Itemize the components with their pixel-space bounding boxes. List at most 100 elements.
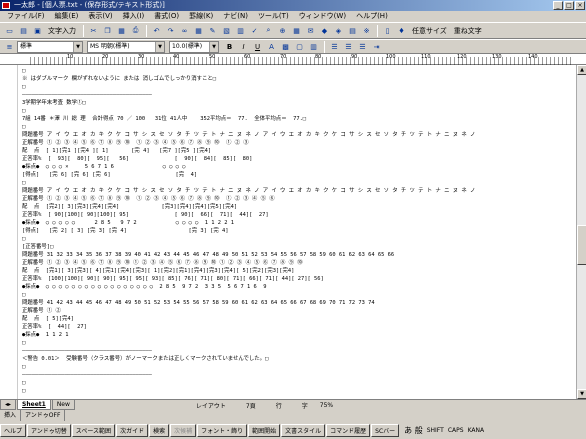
- menu-bar: ファイル(F) 編集(E) 表示(V) 挿入(I) 書式(O) 罫線(K) ナビ…: [0, 11, 586, 22]
- copy-icon[interactable]: ❐: [101, 24, 114, 37]
- text-input-button[interactable]: 文字入力: [45, 24, 79, 37]
- print-icon[interactable]: ⎙: [129, 24, 142, 37]
- document-line: ――――――――――――――――――――――――――――――――――――――――: [22, 372, 152, 378]
- layout-icon[interactable]: ▤: [346, 24, 359, 37]
- document-area[interactable]: □ ※ はダブルマーク 欄がずれないように または 消しゴムでしっかり消すこと□ □…: [0, 65, 576, 399]
- find-icon[interactable]: ⌕: [262, 24, 275, 37]
- status-insert-mode[interactable]: 挿入: [0, 410, 22, 421]
- caps-indicator: CAPS: [447, 427, 464, 434]
- tab-new[interactable]: New: [51, 400, 75, 410]
- toolbar-separator: [324, 40, 325, 53]
- ruler-mark: 20: [102, 54, 109, 60]
- note-icon[interactable]: ✉: [304, 24, 317, 37]
- save-icon[interactable]: ▣: [31, 24, 44, 37]
- menu-navi[interactable]: ナビ(N): [218, 11, 253, 22]
- minimize-button[interactable]: _: [553, 1, 563, 10]
- status-layout: レイアウト: [195, 402, 226, 410]
- overlay-text-button[interactable]: 重ね文字: [451, 24, 485, 37]
- arbitrary-size-button[interactable]: 任意サイズ: [409, 24, 450, 37]
- grid-icon[interactable]: ▦: [290, 24, 303, 37]
- document-line: □: [22, 108, 26, 114]
- ruler-mark: 140: [528, 54, 538, 60]
- document-line: 7組 14番 ＊澤 川 総 理 合計得点 70 ／ 100 31位 41人中 3…: [22, 116, 307, 122]
- fn-search[interactable]: 検索: [149, 424, 170, 437]
- document-line: 配 点 [完1][ 3][完3][ 4][完1][完4][完3][ 1][完2]…: [22, 268, 295, 274]
- fn-document-style[interactable]: 文書スタイル: [281, 424, 326, 437]
- link-icon[interactable]: ∞: [178, 24, 191, 37]
- fn-range-start[interactable]: 範囲開始: [248, 424, 281, 437]
- underline-icon[interactable]: U: [251, 40, 264, 53]
- document-line: 正答率% [ 44][ 27]: [22, 324, 87, 330]
- document-line: 配 点 [ 5][完4]: [22, 316, 74, 322]
- status-zoom[interactable]: 75%: [320, 402, 333, 409]
- italic-icon[interactable]: I: [237, 40, 250, 53]
- shape-icon[interactable]: ◆: [318, 24, 331, 37]
- scroll-up-icon[interactable]: ▲: [577, 65, 586, 75]
- ime-mode-indicator[interactable]: あ 般: [400, 424, 423, 439]
- align-right-icon[interactable]: ☰: [356, 40, 369, 53]
- stamp-icon[interactable]: ♦: [395, 24, 408, 37]
- tab-nav-icon[interactable]: ◂▸: [0, 400, 17, 410]
- document-line: [得点] [完 6] [完 6] [完 6] [完 4]: [22, 172, 198, 178]
- paste-icon[interactable]: ▦: [115, 24, 128, 37]
- align-center-icon[interactable]: ☰: [342, 40, 355, 53]
- restore-button[interactable]: □: [564, 1, 574, 10]
- scroll-thumb[interactable]: [577, 225, 586, 265]
- tab-sheet1[interactable]: Sheet1: [17, 400, 51, 410]
- font-select[interactable]: MS 明朝(標準) ▼: [87, 40, 165, 53]
- image-icon[interactable]: ▧: [220, 24, 233, 37]
- document-line: ――――――――――――――――――――――――――――――――――――――――: [22, 92, 152, 98]
- fn-next-guide[interactable]: 次ガイド: [116, 424, 149, 437]
- style-select[interactable]: 標準 ▼: [17, 40, 83, 53]
- vertical-scrollbar[interactable]: ▲ ▼: [576, 65, 586, 399]
- status-undo-mode[interactable]: アンドゥOFF: [21, 410, 66, 421]
- open-icon[interactable]: ▤: [17, 24, 30, 37]
- ruler-mark: 50: [209, 54, 216, 60]
- align-left-icon[interactable]: ☰: [328, 40, 341, 53]
- font-color-icon[interactable]: A: [265, 40, 278, 53]
- spell-check-icon[interactable]: ✓: [248, 24, 261, 37]
- menu-file[interactable]: ファイル(F): [2, 11, 50, 22]
- new-doc-icon[interactable]: ▭: [3, 24, 16, 37]
- zoom-icon[interactable]: ⊕: [276, 24, 289, 37]
- menu-view[interactable]: 表示(V): [83, 11, 117, 22]
- chart-icon[interactable]: ▥: [234, 24, 247, 37]
- bold-icon[interactable]: B: [223, 40, 236, 53]
- document-line: 3学期学年末考査 数学①□: [22, 100, 86, 106]
- menu-edit[interactable]: 編集(E): [50, 11, 84, 22]
- fn-sc-bar[interactable]: SCバー: [371, 424, 400, 437]
- menu-tools[interactable]: ツール(T): [253, 11, 294, 22]
- status-page: 7頁: [245, 402, 256, 410]
- highlight-icon[interactable]: ▩: [279, 40, 292, 53]
- menu-format[interactable]: 書式(O): [149, 11, 184, 22]
- redo-icon[interactable]: ↷: [164, 24, 177, 37]
- menu-window[interactable]: ウィンドウ(W): [294, 11, 351, 22]
- undo-icon[interactable]: ↶: [150, 24, 163, 37]
- fn-help[interactable]: ヘルプ: [0, 424, 27, 437]
- document-line: □: [22, 388, 26, 394]
- document-line: 配 点 [ 1][完1 ][完4 ][ 1] [完 4] [完7 ][完5 ][…: [22, 148, 212, 154]
- draw-icon[interactable]: ✎: [206, 24, 219, 37]
- symbol-icon[interactable]: ※: [360, 24, 373, 37]
- document-line: 正答率% [ 93][ 80][ 95][ 56] [ 90][ 84][ 85…: [22, 156, 253, 162]
- indent-icon[interactable]: ⇥: [370, 40, 383, 53]
- fn-font-decoration[interactable]: フォント・飾り: [197, 424, 248, 437]
- char-border-icon[interactable]: ▢: [293, 40, 306, 53]
- style-icon: ≡: [6, 42, 13, 51]
- fn-space-range[interactable]: スペース範囲: [71, 424, 116, 437]
- color-icon[interactable]: ◈: [332, 24, 345, 37]
- menu-ruled-lines[interactable]: 罫線(K): [184, 11, 218, 22]
- fn-next-candidate[interactable]: 次候補: [170, 424, 197, 437]
- page-icon[interactable]: ▯: [381, 24, 394, 37]
- cut-icon[interactable]: ✂: [87, 24, 100, 37]
- table-icon[interactable]: ▦: [192, 24, 205, 37]
- document-line: □: [22, 292, 26, 298]
- menu-help[interactable]: ヘルプ(H): [351, 11, 393, 22]
- shading-icon[interactable]: ▥: [307, 40, 320, 53]
- close-button[interactable]: ×: [575, 1, 585, 10]
- scroll-down-icon[interactable]: ▼: [577, 389, 586, 399]
- font-size-select[interactable]: 10.0(標準) ▼: [169, 40, 219, 53]
- menu-insert[interactable]: 挿入(I): [118, 11, 150, 22]
- fn-undo-toggle[interactable]: アンドゥ切替: [27, 424, 71, 437]
- fn-command-history[interactable]: コマンド履歴: [326, 424, 371, 437]
